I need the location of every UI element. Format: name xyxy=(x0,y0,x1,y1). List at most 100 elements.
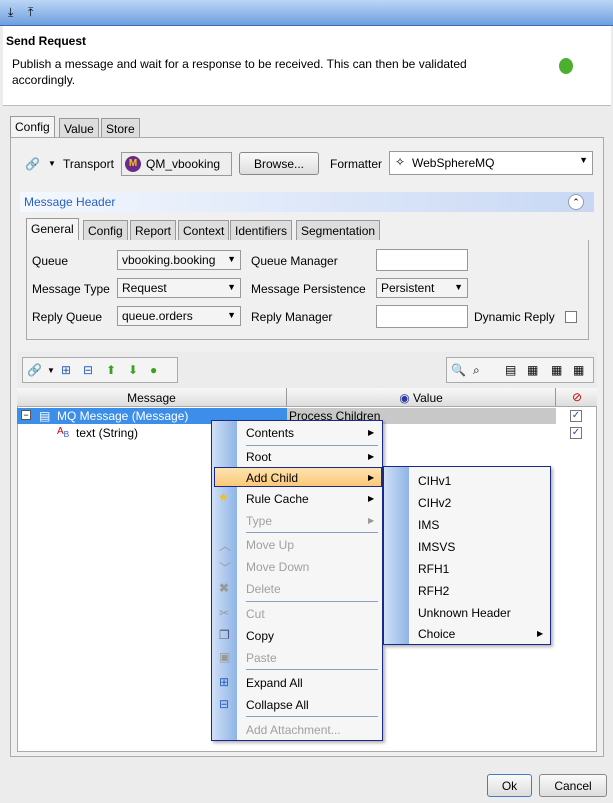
move-up-icon[interactable]: ⬆ xyxy=(106,363,116,377)
reply-manager-input[interactable] xyxy=(376,305,468,328)
page-title: Send Request xyxy=(6,34,87,48)
collapse-all-icon[interactable]: ⊟ xyxy=(83,363,93,377)
submenu-item-imsvs[interactable]: IMSVS xyxy=(418,540,455,554)
dynamic-reply-checkbox[interactable] xyxy=(565,311,577,323)
menu-item-collapse-all[interactable]: Collapse All xyxy=(246,698,309,712)
top-toolbar: ⤓ ⤒ xyxy=(0,0,613,26)
move-up-icon: ︿ xyxy=(219,539,232,553)
grid-view-icon[interactable]: ▦ xyxy=(527,363,538,377)
tree-row-label: text (String) xyxy=(76,426,139,440)
menu-item-copy[interactable]: Copy xyxy=(246,629,274,643)
transport-link-icon[interactable]: 🔗 xyxy=(25,157,40,171)
queue-manager-input[interactable] xyxy=(376,249,468,271)
document-icon[interactable]: ▤ xyxy=(505,363,516,377)
submenu-item-unknown-header[interactable]: Unknown Header xyxy=(418,606,511,620)
queue-label: Queue xyxy=(32,254,69,268)
tab-general[interactable]: General xyxy=(26,218,79,240)
formatter-select[interactable]: ✧ WebSphereMQ xyxy=(389,151,593,175)
tab-identifiers[interactable]: Identifiers xyxy=(230,220,293,240)
menu-item-expand-all[interactable]: Expand All xyxy=(246,676,303,690)
header-panel: Send Request Publish a message and wait … xyxy=(3,26,611,106)
tab-context[interactable]: Context xyxy=(178,220,230,240)
column-value[interactable]: ◉ Value xyxy=(287,388,556,406)
tree-row-label: MQ Message (Message) xyxy=(57,409,189,423)
collapse-all-icon: ⊟ xyxy=(219,697,230,711)
move-down-icon: ﹀ xyxy=(219,561,232,575)
collapse-toggle-icon[interactable]: − xyxy=(21,410,31,420)
tab-value[interactable]: Value xyxy=(59,118,99,138)
grid-view-3-icon[interactable]: ▦ xyxy=(573,363,584,377)
import-icon[interactable]: ⤓ xyxy=(8,5,13,19)
row-enabled-checkbox[interactable]: ✓ xyxy=(570,427,582,439)
collapse-icon[interactable]: ⌃ xyxy=(568,194,584,210)
tree-toolbar-right: 🔍 ⌕ ▤ ▦ ▦ ▦ xyxy=(446,357,594,383)
message-header-bar[interactable]: Message Header ⌃ xyxy=(20,192,594,212)
disable-icon[interactable]: ⊘ xyxy=(572,390,582,404)
persistence-select[interactable]: Persistent xyxy=(376,278,468,298)
description: Publish a message and wait for a respons… xyxy=(12,57,467,87)
submenu-item-rfh2[interactable]: RFH2 xyxy=(418,584,449,598)
delete-icon: ✖ xyxy=(219,581,230,595)
tab-config[interactable]: Config xyxy=(10,116,55,138)
tree-toolbar-left: 🔗 ▼ ⊞ ⊟ ⬆ ⬇ ● xyxy=(22,357,178,383)
mq-icon: M xyxy=(125,156,141,172)
formatter-label: Formatter xyxy=(330,157,383,171)
wand-icon: ✧ xyxy=(395,155,406,169)
ok-button[interactable]: Ok xyxy=(487,774,532,797)
context-menu: Contents ▶ Root ▶ Add Child ▶ ★ Rule Cache ▶… xyxy=(211,420,383,741)
transport-value: QM_vbooking xyxy=(146,157,221,171)
grid-view-2-icon[interactable]: ▦ xyxy=(551,363,562,377)
find-next-icon[interactable]: ⌕ xyxy=(473,363,480,377)
tab-header-config[interactable]: Config xyxy=(83,220,128,240)
string-icon: AB xyxy=(57,426,70,439)
row-enabled-checkbox[interactable]: ✓ xyxy=(570,410,582,422)
menu-item-delete[interactable]: Delete xyxy=(246,582,281,596)
reply-queue-select[interactable]: queue.orders xyxy=(117,306,241,326)
reply-queue-label: Reply Queue xyxy=(32,310,103,324)
menu-item-cut[interactable]: Cut xyxy=(246,607,265,621)
queue-manager-label: Queue Manager xyxy=(251,254,338,268)
copy-icon: ❐ xyxy=(219,628,230,642)
submenu-item-rfh1[interactable]: RFH1 xyxy=(418,562,449,576)
message-type-select[interactable]: Request xyxy=(117,278,241,298)
menu-item-rule-cache[interactable]: Rule Cache xyxy=(246,492,309,506)
expand-all-icon[interactable]: ⊞ xyxy=(61,363,71,377)
column-value-label: Value xyxy=(413,391,443,405)
submenu-item-choice[interactable]: Choice xyxy=(418,627,455,641)
transport-label: Transport xyxy=(63,157,114,171)
menu-item-add-attachment[interactable]: Add Attachment... xyxy=(246,723,341,737)
submenu-item-cihv2[interactable]: CIHv2 xyxy=(418,496,451,510)
add-child-submenu: CIHv1 CIHv2 IMS IMSVS RFH1 RFH2 Unknown … xyxy=(383,466,551,645)
menu-item-move-down[interactable]: Move Down xyxy=(246,560,309,574)
persistence-label: Message Persistence xyxy=(251,282,366,296)
link-icon[interactable]: 🔗 xyxy=(27,363,42,377)
find-icon[interactable]: 🔍 xyxy=(451,363,466,377)
menu-item-root[interactable]: Root xyxy=(246,450,271,464)
browse-button[interactable]: Browse... xyxy=(239,152,319,175)
export-icon[interactable]: ⤒ xyxy=(28,5,33,19)
value-icon: ◉ xyxy=(399,391,413,405)
cancel-button[interactable]: Cancel xyxy=(539,774,607,797)
dynamic-reply-label: Dynamic Reply xyxy=(474,310,555,324)
column-message[interactable]: Message xyxy=(17,388,287,406)
menu-item-paste[interactable]: Paste xyxy=(246,651,277,665)
tab-report[interactable]: Report xyxy=(130,220,177,240)
chevron-down-icon[interactable]: ▼ xyxy=(47,366,55,375)
expand-all-icon: ⊞ xyxy=(219,675,230,689)
tab-store[interactable]: Store xyxy=(101,118,140,138)
transport-field[interactable]: M QM_vbooking xyxy=(121,152,232,176)
message-type-label: Message Type xyxy=(32,282,110,296)
queue-select[interactable]: vbooking.booking xyxy=(117,250,241,270)
cut-icon: ✂ xyxy=(219,606,230,620)
formatter-value: WebSphereMQ xyxy=(412,156,495,170)
menu-item-move-up[interactable]: Move Up xyxy=(246,538,294,552)
submenu-item-ims[interactable]: IMS xyxy=(418,518,439,532)
move-down-icon[interactable]: ⬇ xyxy=(128,363,138,377)
menu-item-add-child[interactable]: Add Child xyxy=(246,471,298,485)
chevron-down-icon[interactable]: ▼ xyxy=(48,159,56,168)
submenu-item-cihv1[interactable]: CIHv1 xyxy=(418,474,451,488)
tab-segmentation[interactable]: Segmentation xyxy=(296,220,381,240)
menu-item-contents[interactable]: Contents xyxy=(246,426,294,440)
options-icon[interactable]: ● xyxy=(150,363,157,377)
menu-item-type[interactable]: Type xyxy=(246,514,272,528)
